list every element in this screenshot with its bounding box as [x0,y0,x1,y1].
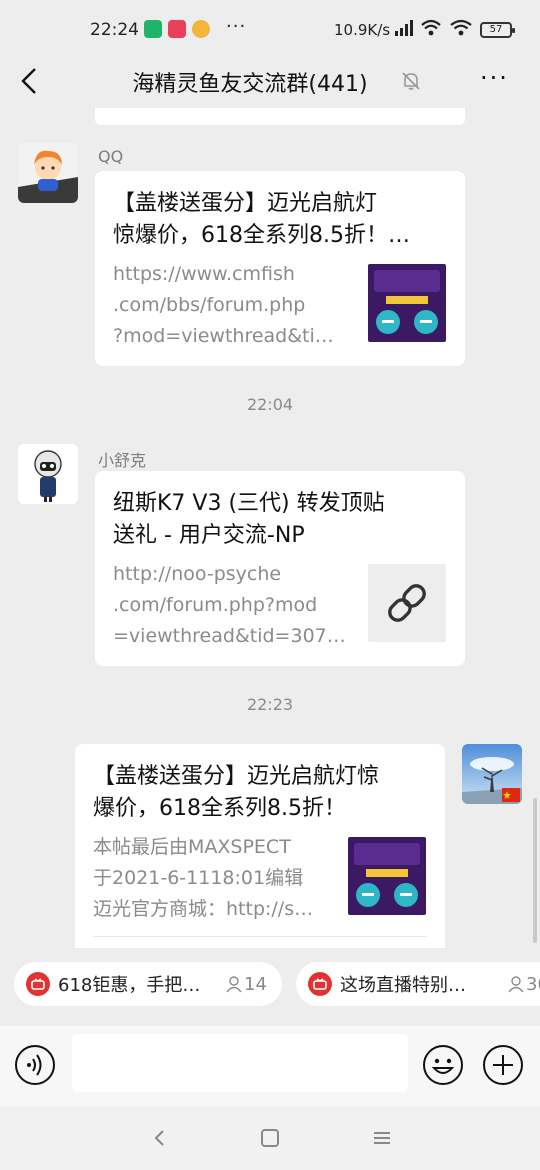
network-speed: 10.9K/s [334,21,391,39]
viewer-count: 14 [224,974,267,995]
viewer-count-value: 14 [244,973,267,995]
sender-name: 小舒克 [98,451,147,470]
emoji-icon[interactable] [422,1044,464,1086]
person-icon [508,976,524,993]
card-title: 【盖楼送蛋分】迈光启航灯惊 [93,764,380,789]
card-title: 爆价，618全系列8.5折！ [93,796,346,821]
card-description: .com/bbs/forum.php [113,294,306,316]
system-navigation-bar [0,1106,540,1170]
live-tv-icon [308,972,332,996]
link-thumbnail [368,564,446,642]
cellular-signal-icon [395,20,413,36]
voice-input-icon[interactable] [14,1044,56,1086]
message-input[interactable] [72,1034,408,1092]
card-title: 惊爆价，618全系列8.5折！… [113,223,410,248]
status-time: 22:24 [90,20,139,40]
add-attachment-icon[interactable] [482,1044,524,1086]
sender-name: QQ [98,147,124,166]
live-chip[interactable]: 618钜惠，手把… 14 [14,962,282,1006]
more-options-icon[interactable]: ··· [480,64,509,92]
timestamp: 22:04 [246,395,294,414]
message-input-bar [0,1026,540,1106]
shop-app-icon [168,20,186,38]
card-title: 送礼 - 用户交流-NP [113,523,305,548]
avatar[interactable] [18,444,78,504]
card-title: 【盖楼送蛋分】迈光启航灯 [113,191,378,216]
card-description: 迈光官方商城：http://s… [93,898,314,920]
link-card-bubble[interactable]: 【盖楼送蛋分】迈光启航灯惊 爆价，618全系列8.5折！ 本帖最后由MAXSPE… [75,744,445,948]
person-icon [226,976,242,993]
shield-app-icon [144,20,162,38]
status-bar: 22:24 ··· 10.9K/s 57 [0,0,540,56]
cartoon-avatar-icon [18,143,78,203]
card-description: ?mod=viewthread&ti… [113,325,334,347]
timestamp: 22:23 [246,695,294,714]
card-description: =viewthread&tid=307… [113,625,346,647]
system-home-icon[interactable] [258,1126,282,1150]
message-list[interactable]: QQ 【盖楼送蛋分】迈光启航灯 惊爆价，618全系列8.5折！… https:/… [0,108,540,948]
avatar[interactable] [18,143,78,203]
avatar[interactable] [462,744,522,804]
card-title: 纽斯K7 V3 (三代) 转发顶贴 [113,491,385,516]
mute-bell-icon [402,72,420,90]
system-recents-icon[interactable] [370,1126,394,1150]
scrollbar[interactable] [533,798,537,943]
card-description: 本帖最后由MAXSPECT [93,836,291,858]
live-chips-bar: 618钜惠，手把… 14 这场直播特别… 30 [0,948,540,1026]
pilot-avatar-icon [18,444,78,504]
back-arrow-icon[interactable] [16,66,46,96]
landscape-avatar-icon [462,744,522,804]
card-description: https://www.cmfish [113,263,295,285]
link-card-bubble[interactable]: 【盖楼送蛋分】迈光启航灯 惊爆价，618全系列8.5折！… https://ww… [95,171,465,366]
live-tv-icon [26,972,50,996]
card-description: 于2021-6-1118:01编辑 [93,867,304,889]
battery-icon: 57 [480,22,515,38]
live-chip[interactable]: 这场直播特别… 30 [296,962,540,1006]
card-divider [93,936,427,937]
wifi-icon [450,19,472,36]
chat-header: 海精灵鱼友交流群(441) ··· [0,56,540,108]
more-notifications-icon: ··· [226,16,247,37]
home-app-icon [192,20,210,38]
viewer-count-value: 30 [526,973,540,995]
card-description: .com/forum.php?mod [113,594,318,616]
promo-thumbnail [348,837,426,915]
link-icon [388,584,426,622]
viewer-count: 30 [506,974,540,995]
group-title: 海精灵鱼友交流群(441) [132,72,368,97]
link-card-bubble[interactable]: 纽斯K7 V3 (三代) 转发顶贴 送礼 - 用户交流-NP http://no… [95,471,465,666]
card-description: http://noo-psyche [113,563,282,585]
promo-thumbnail [368,264,446,342]
live-chip-title: 这场直播特别… [340,975,466,996]
live-chip-title: 618钜惠，手把… [58,975,201,996]
wifi-calling-icon [421,19,441,36]
previous-message-bubble [95,108,465,125]
system-back-icon[interactable] [148,1126,172,1150]
